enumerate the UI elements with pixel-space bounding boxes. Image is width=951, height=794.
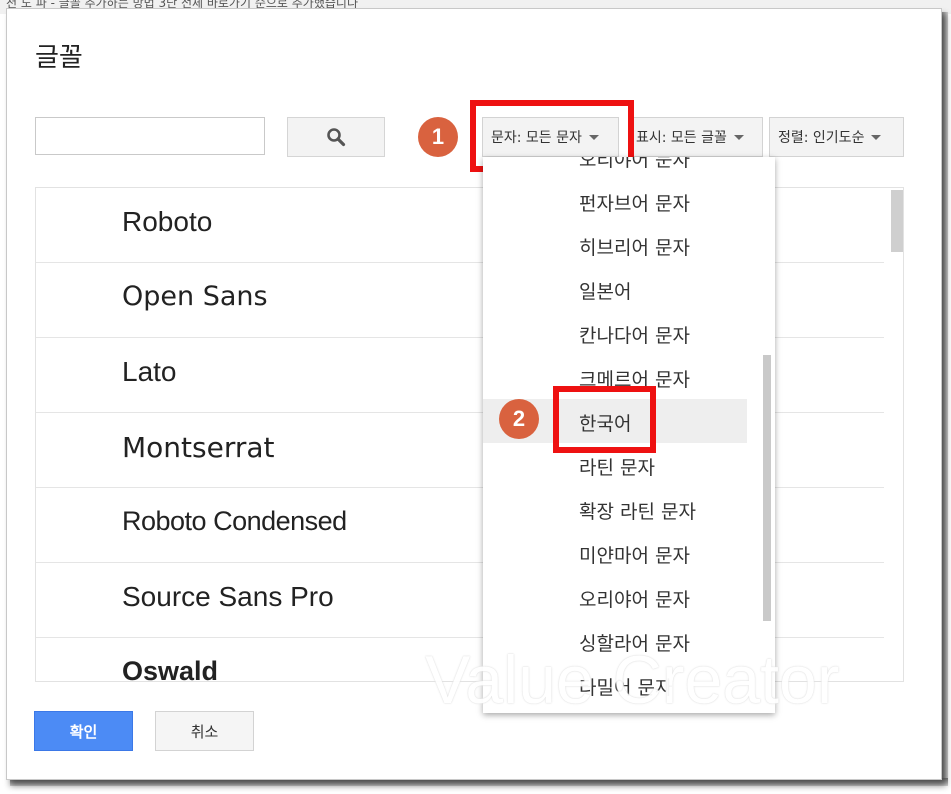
font-name: Roboto Condensed <box>122 506 347 536</box>
caret-down-icon <box>733 134 744 140</box>
font-name: Oswald <box>122 656 219 682</box>
menu-item-script[interactable]: 확장 라틴 문자 <box>483 487 747 531</box>
font-name: Lato <box>122 356 177 387</box>
font-name: Montserrat <box>122 431 275 464</box>
menu-item-script[interactable]: 일본어 <box>483 267 747 311</box>
cancel-button[interactable]: 취소 <box>155 711 254 751</box>
menu-item-script[interactable]: 오리야어 문자 <box>483 575 747 619</box>
sort-label: 정렬: 인기도순 <box>778 130 865 146</box>
font-name: Open Sans <box>122 281 268 312</box>
menu-item-script[interactable]: 펀자브어 문자 <box>483 179 747 223</box>
menu-scrollbar-thumb[interactable] <box>763 355 771 621</box>
sort-dropdown[interactable]: 정렬: 인기도순 <box>769 117 904 157</box>
menu-item-script[interactable]: 히브리어 문자 <box>483 223 747 267</box>
ok-button[interactable]: 확인 <box>34 711 133 751</box>
display-filter-dropdown[interactable]: 표시: 모든 글꼴 <box>633 117 763 157</box>
display-filter-label: 표시: 모든 글꼴 <box>636 130 727 146</box>
font-list-scrollbar-thumb[interactable] <box>891 190 903 252</box>
font-dialog: 글꼴 1 문자: 모든 문자 표시: 모든 글꼴 정렬: 인기도순 Roboto… <box>6 8 942 780</box>
font-search-input[interactable] <box>35 117 265 155</box>
caret-down-icon <box>871 134 882 140</box>
magnifier-icon <box>327 128 346 147</box>
highlight-box-korean <box>553 386 656 453</box>
search-button[interactable] <box>287 117 385 157</box>
font-name: Roboto <box>122 206 213 237</box>
step-2-badge: 2 <box>499 399 539 439</box>
menu-item-script[interactable]: 오리야어 문자 <box>483 157 747 179</box>
menu-item-script[interactable]: 미얀마어 문자 <box>483 531 747 575</box>
watermark: Value Creator <box>425 642 840 718</box>
step-1-badge: 1 <box>418 117 458 157</box>
dialog-title: 글꼴 <box>35 43 83 73</box>
font-name: Source Sans Pro <box>122 581 334 612</box>
menu-item-script[interactable]: 칸나다어 문자 <box>483 311 747 355</box>
